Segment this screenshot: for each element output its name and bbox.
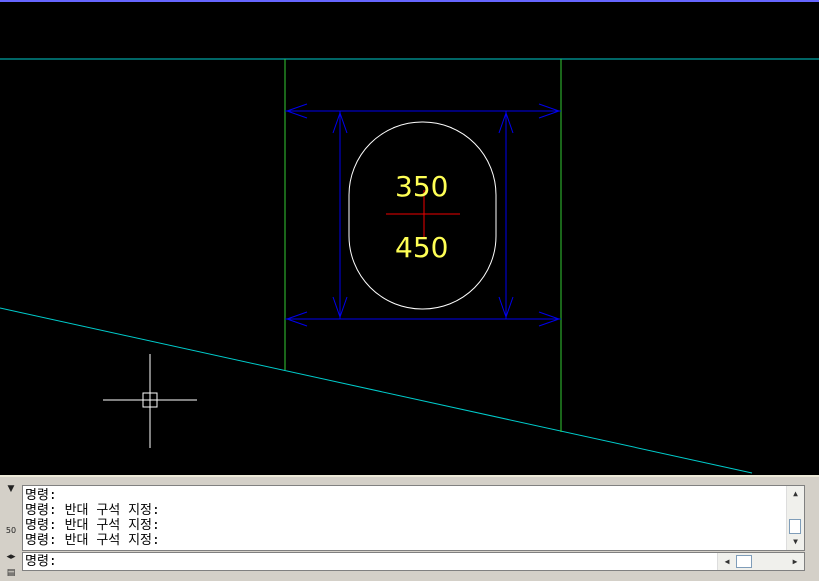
command-panel: ▼ 50 ◂▸ ▤ 명령: 명령: 반대 구석 지정: 명령: 반대 구석 지정… (0, 475, 819, 581)
scroll-down-icon[interactable]: ▼ (787, 535, 804, 549)
horizontal-scroll-thumb[interactable] (736, 555, 752, 568)
history-line: 명령: (25, 488, 57, 503)
scroll-right-icon[interactable]: ▶ (788, 553, 802, 570)
history-line: 명령: 반대 구석 지정: (25, 533, 160, 548)
oval-outline (348, 121, 497, 310)
scroll-up-icon[interactable]: ▲ (787, 487, 804, 501)
history-vertical-scrollbar[interactable]: ▲ ▼ (786, 486, 804, 550)
command-input[interactable] (68, 553, 708, 570)
scroll-left-icon[interactable]: ◀ (720, 553, 734, 570)
gutter-label: 50 (5, 526, 17, 535)
properties-icon[interactable]: ▤ (5, 567, 17, 579)
dimension-lines (285, 103, 561, 327)
history-line: 명령: 반대 구석 지정: (25, 503, 160, 518)
history-line: 명령: 반대 구석 지정: (25, 518, 160, 533)
command-history[interactable]: 명령: 명령: 반대 구석 지정: 명령: 반대 구석 지정: 명령: 반대 구… (22, 485, 805, 551)
resize-icon[interactable]: ◂▸ (5, 551, 17, 563)
crosshair-cursor (103, 354, 197, 448)
history-lines: 명령: 명령: 반대 구석 지정: 명령: 반대 구석 지정: 명령: 반대 구… (25, 488, 786, 548)
command-panel-gutter: ▼ 50 ◂▸ ▤ (3, 481, 19, 581)
dimension-text-top: 350 (395, 170, 448, 203)
drawing-canvas[interactable]: 350 450 (0, 0, 819, 475)
command-prompt: 명령: (25, 554, 57, 569)
vertical-scroll-thumb[interactable] (789, 519, 801, 534)
command-input-row[interactable]: 명령: ◀ ▶ (22, 552, 805, 571)
cyan-diagonal-line (0, 307, 753, 474)
dimension-text-bottom: 450 (395, 231, 448, 264)
pin-icon[interactable]: ▼ (5, 483, 17, 495)
drawing-svg: 350 450 (0, 0, 819, 474)
input-horizontal-scrollbar[interactable]: ◀ ▶ (717, 553, 804, 570)
